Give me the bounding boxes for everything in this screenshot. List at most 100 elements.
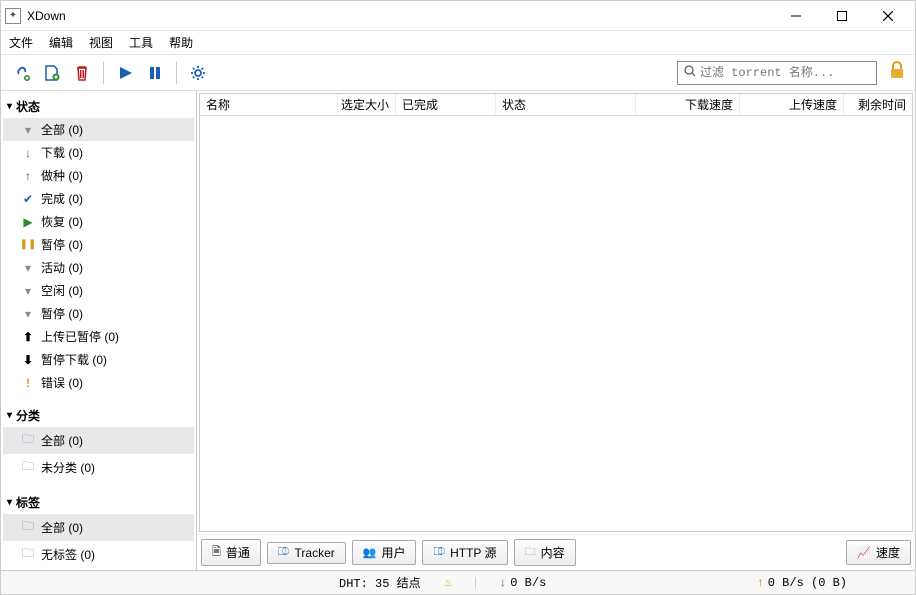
sidebar-item-label: 全部 (0) [41, 121, 83, 138]
toolbar [1, 55, 915, 91]
sidebar-item-category-uncategorized[interactable]: 🗀 未分类 (0) [3, 454, 194, 481]
play-icon[interactable] [112, 60, 138, 86]
statusbar: DHT: 35 结点 ♨ | ↓ 0 B/s ↑ 0 B/s (0 B) [1, 570, 915, 594]
toolbar-divider [103, 62, 104, 84]
sidebar-item-active[interactable]: ▾ 活动 (0) [3, 256, 194, 279]
sidebar-item-errored[interactable]: ! 错误 (0) [3, 371, 194, 394]
folder-icon: 🗀 [21, 430, 35, 451]
chevron-down-icon: ▾ [7, 497, 12, 508]
sidebar-item-tags-all[interactable]: 🗀 全部 (0) [3, 514, 194, 541]
tab-general[interactable]: 🗎 普通 [201, 539, 261, 566]
menu-help[interactable]: 帮助 [169, 34, 193, 51]
status-dl-text: 0 B/s [510, 576, 546, 590]
sidebar-item-seeding[interactable]: ↑ 做种 (0) [3, 164, 194, 187]
sidebar-item-label: 无标签 (0) [41, 546, 95, 563]
users-icon: 👥 [363, 546, 377, 559]
column-done[interactable]: 已完成 [396, 94, 496, 115]
settings-icon[interactable] [185, 60, 211, 86]
sidebar-item-completed[interactable]: ✔ 完成 (0) [3, 187, 194, 210]
menu-file[interactable]: 文件 [9, 34, 33, 51]
document-icon: 🗎 [212, 543, 221, 562]
sidebar-item-tags-untagged[interactable]: 🗀 无标签 (0) [3, 541, 194, 568]
tab-label: 用户 [381, 544, 405, 561]
status-dht: DHT: 35 结点 [339, 574, 421, 591]
folder-icon: 🗀 [21, 517, 35, 538]
pause-icon: ❚❚ [21, 239, 35, 250]
fire-icon: ♨ [445, 575, 452, 590]
filter-icon: ▾ [21, 284, 35, 298]
tab-speed[interactable]: 📈 速度 [846, 540, 911, 565]
sidebar-group-category[interactable]: ▾ 分类 [3, 404, 194, 427]
play-icon: ▶ [21, 215, 35, 229]
filter-icon: ▾ [21, 307, 35, 321]
tab-content[interactable]: 🗀 内容 [514, 539, 576, 566]
search-input[interactable] [700, 66, 870, 80]
folder-icon: 🗀 [525, 543, 536, 562]
torrent-table: 名称 选定大小 已完成 状态 下载速度 上传速度 剩余时间 [199, 93, 913, 532]
sidebar-item-label: 下载 (0) [41, 144, 83, 161]
sidebar-item-label: 完成 (0) [41, 190, 83, 207]
tab-label: HTTP 源 [450, 544, 496, 561]
menu-edit[interactable]: 编辑 [49, 34, 73, 51]
sidebar-item-stalled[interactable]: ▾ 暂停 (0) [3, 302, 194, 325]
sidebar-item-inactive[interactable]: ▾ 空闲 (0) [3, 279, 194, 302]
column-name[interactable]: 名称 [200, 94, 338, 115]
chevron-down-icon: ▾ [7, 410, 12, 421]
column-size[interactable]: 选定大小 [338, 94, 396, 115]
upload-icon: ↑ [21, 169, 35, 183]
sidebar-item-label: 未分类 (0) [41, 459, 95, 476]
sidebar-item-category-all[interactable]: 🗀 全部 (0) [3, 427, 194, 454]
sidebar-item-label: 暂停 (0) [41, 305, 83, 322]
download-icon: ↓ [21, 146, 35, 160]
menu-view[interactable]: 视图 [89, 34, 113, 51]
sidebar-group-status[interactable]: ▾ 状态 [3, 95, 194, 118]
arrow-down-icon: ⬇ [21, 353, 35, 367]
tab-http-sources[interactable]: ⎄ HTTP 源 [422, 540, 507, 565]
sidebar-item-downloading[interactable]: ↓ 下载 (0) [3, 141, 194, 164]
menu-tools[interactable]: 工具 [129, 34, 153, 51]
sidebar-item-paused[interactable]: ❚❚ 暂停 (0) [3, 233, 194, 256]
sidebar-item-label: 活动 (0) [41, 259, 83, 276]
column-status[interactable]: 状态 [496, 94, 636, 115]
sidebar: ▾ 状态 ▾ 全部 (0) ↓ 下载 (0) ↑ 做种 (0) ✔ 完成 (0)… [1, 91, 197, 570]
table-body [200, 116, 912, 514]
arrow-up-icon: ↑ [757, 576, 764, 590]
column-dlspeed[interactable]: 下载速度 [636, 94, 740, 115]
add-link-icon[interactable] [9, 60, 35, 86]
app-icon: ✦ [5, 8, 21, 24]
status-up-text: 0 B/s (0 B) [768, 576, 847, 590]
sidebar-item-label: 空闲 (0) [41, 282, 83, 299]
column-eta[interactable]: 剩余时间 [844, 94, 912, 115]
horizontal-scrollbar[interactable] [200, 514, 912, 531]
column-upspeed[interactable]: 上传速度 [740, 94, 844, 115]
bottom-tabs: 🗎 普通 ⎄ Tracker 👥 用户 ⎄ HTTP 源 🗀 内容 📈 [197, 534, 915, 570]
titlebar: ✦ XDown [1, 1, 915, 31]
search-icon [684, 65, 696, 80]
pause-icon[interactable] [142, 60, 168, 86]
search-box[interactable] [677, 61, 877, 85]
sidebar-item-label: 暂停 (0) [41, 236, 83, 253]
sidebar-item-label: 错误 (0) [41, 374, 83, 391]
sidebar-item-download-paused[interactable]: ⬇ 暂停下载 (0) [3, 348, 194, 371]
close-button[interactable] [865, 1, 911, 31]
tab-users[interactable]: 👥 用户 [352, 540, 417, 565]
delete-icon[interactable] [69, 60, 95, 86]
add-file-icon[interactable] [39, 60, 65, 86]
sidebar-item-upload-paused[interactable]: ⬆ 上传已暂停 (0) [3, 325, 194, 348]
maximize-button[interactable] [819, 1, 865, 31]
sidebar-item-label: 做种 (0) [41, 167, 83, 184]
sidebar-group-tags[interactable]: ▾ 标签 [3, 491, 194, 514]
toolbar-divider [176, 62, 177, 84]
table-header: 名称 选定大小 已完成 状态 下载速度 上传速度 剩余时间 [200, 94, 912, 116]
folder-icon: 🗀 [21, 457, 35, 478]
tab-label: Tracker [295, 546, 335, 560]
status-upload-speed: ↑ 0 B/s (0 B) [757, 576, 847, 590]
sidebar-item-resumed[interactable]: ▶ 恢复 (0) [3, 210, 194, 233]
chart-icon: 📈 [857, 546, 871, 559]
chevron-down-icon: ▾ [7, 101, 12, 112]
tab-tracker[interactable]: ⎄ Tracker [267, 542, 346, 564]
lock-icon[interactable] [887, 60, 907, 85]
error-icon: ! [21, 376, 35, 390]
minimize-button[interactable] [773, 1, 819, 31]
sidebar-item-all[interactable]: ▾ 全部 (0) [3, 118, 194, 141]
